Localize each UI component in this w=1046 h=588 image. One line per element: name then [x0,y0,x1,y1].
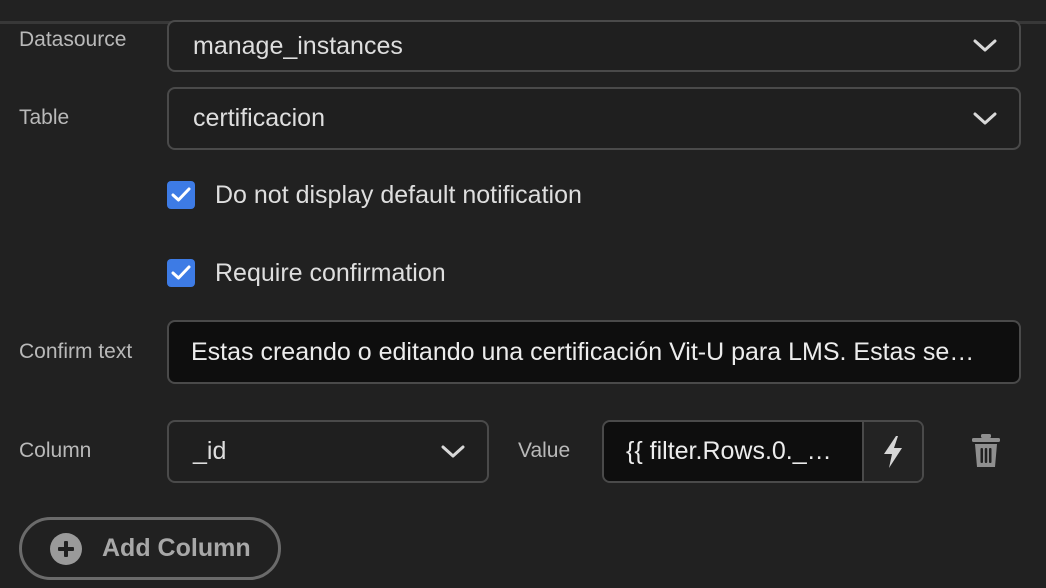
value-input-group: {{ filter.Rows.0._… [602,420,924,483]
table-select[interactable]: certificacion [167,87,1021,150]
checkmark-icon [171,187,191,202]
column-value: _id [193,437,227,465]
chevron-down-icon [973,112,997,124]
checkmark-icon [171,265,191,280]
value-label: Value [518,439,571,462]
value-text: {{ filter.Rows.0._… [626,437,832,465]
require-confirmation-option[interactable]: Require confirmation [167,258,446,288]
trash-icon[interactable] [970,433,1002,469]
lightning-bolt-icon [884,435,902,468]
confirm-text-input[interactable]: Estas creando o editando una certificaci… [167,320,1021,384]
no-notification-checkbox[interactable] [167,181,195,209]
plus-circle-icon [50,532,82,565]
datasource-value: manage_instances [193,31,403,60]
datasource-label: Datasource [19,28,127,51]
datasource-select[interactable]: manage_instances [167,20,1021,72]
add-column-label: Add Column [102,534,251,562]
no-notification-option[interactable]: Do not display default notification [167,180,582,210]
require-confirmation-checkbox[interactable] [167,259,195,287]
dynamic-value-button[interactable] [862,422,922,481]
chevron-down-icon [973,39,997,52]
column-select[interactable]: _id [167,420,489,483]
no-notification-label: Do not display default notification [215,180,582,209]
add-column-button[interactable]: Add Column [19,517,281,580]
chevron-down-icon [441,445,465,457]
table-label: Table [19,106,70,129]
confirm-text-label: Confirm text [19,340,133,363]
table-value: certificacion [193,104,325,132]
column-label: Column [19,439,92,462]
value-input[interactable]: {{ filter.Rows.0._… [604,422,862,481]
require-confirmation-label: Require confirmation [215,258,446,287]
confirm-text-value: Estas creando o editando una certificaci… [191,337,975,366]
